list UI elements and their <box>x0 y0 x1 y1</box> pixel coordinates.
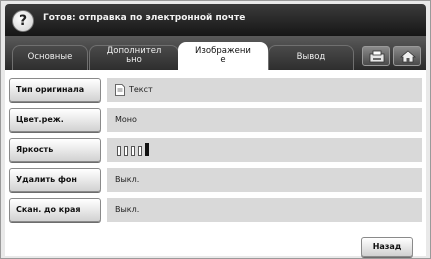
home-icon <box>400 50 416 63</box>
tab-output[interactable]: Вывод <box>268 45 354 70</box>
remove-background-button[interactable]: Удалить фон <box>9 168 101 192</box>
brightness-level-bar <box>131 146 135 156</box>
original-type-text: Текст <box>129 85 153 94</box>
edge-to-edge-button[interactable]: Скан. до края <box>9 198 101 222</box>
tab-advanced[interactable]: Дополнител ьно <box>89 45 179 70</box>
color-mode-button[interactable]: Цвет.реж. <box>9 108 101 132</box>
job-status-icon <box>369 50 385 63</box>
remove-background-value: Выкл. <box>107 168 422 192</box>
text-document-icon <box>115 83 125 96</box>
setting-row-brightness: Яркость <box>9 138 422 162</box>
tab-strip: Основные Дополнител ьно Изображени е Выв… <box>5 36 426 70</box>
job-status-button[interactable] <box>362 46 390 66</box>
help-button[interactable]: ? <box>12 10 34 32</box>
setting-row-original-type: Тип оригинала Текст <box>9 78 422 102</box>
setting-row-color-mode: Цвет.реж. Моно <box>9 108 422 132</box>
setting-row-remove-background: Удалить фон Выкл. <box>9 168 422 192</box>
setting-row-edge-to-edge: Скан. до края Выкл. <box>9 198 422 222</box>
edge-to-edge-value: Выкл. <box>107 198 422 222</box>
brightness-level-bar <box>117 146 121 156</box>
brightness-level-bar <box>124 146 128 156</box>
screen: ? Готов: отправка по электронной почте О… <box>0 0 431 259</box>
settings-panel: Тип оригинала Текст Цвет.реж. Моно Яркос… <box>5 70 426 257</box>
tab-image[interactable]: Изображени е <box>178 42 268 70</box>
page-title: Готов: отправка по электронной почте <box>43 13 246 23</box>
title-bar: ? Готов: отправка по электронной почте <box>5 4 426 36</box>
original-type-button[interactable]: Тип оригинала <box>9 78 101 102</box>
back-button[interactable]: Назад <box>361 237 413 257</box>
home-button[interactable] <box>393 46 421 66</box>
original-type-value: Текст <box>107 78 422 102</box>
brightness-level-bar <box>145 143 149 156</box>
tab-basic[interactable]: Основные <box>12 45 88 70</box>
brightness-value <box>107 138 422 162</box>
brightness-button[interactable]: Яркость <box>9 138 101 162</box>
brightness-level-bar <box>138 146 142 156</box>
color-mode-value: Моно <box>107 108 422 132</box>
